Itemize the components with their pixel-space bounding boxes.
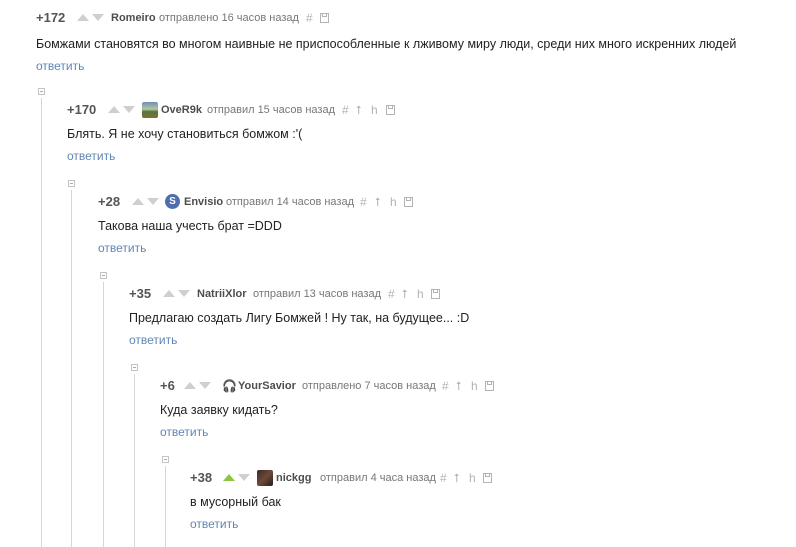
upvote-icon[interactable] xyxy=(163,290,175,297)
hash-icon[interactable]: # xyxy=(342,102,349,118)
downvote-icon[interactable] xyxy=(238,474,250,481)
comment-tree-icon[interactable]: h xyxy=(390,194,397,210)
comment-time: отправил 4 часа назад xyxy=(320,472,436,484)
comment-author[interactable]: Romeiro xyxy=(111,10,156,26)
downvote-icon[interactable] xyxy=(199,382,211,389)
comment-rating: +35 xyxy=(129,286,152,301)
thread-line xyxy=(103,282,104,547)
hash-icon[interactable]: # xyxy=(360,194,367,210)
comment-tree-icon[interactable]: h xyxy=(417,286,424,302)
parent-comment-icon[interactable]: ⭡ xyxy=(402,286,408,302)
save-icon[interactable] xyxy=(431,289,440,299)
comment-time: отправил 15 часов назад xyxy=(207,104,335,116)
comment-text: Такова наша учесть брат =DDD xyxy=(98,219,282,233)
avatar[interactable]: S xyxy=(165,194,180,209)
headphones-avatar-icon[interactable]: 🎧 xyxy=(222,378,237,394)
comment-tree-icon[interactable]: h xyxy=(469,470,476,486)
comment-tree-icon[interactable]: h xyxy=(371,102,378,118)
comment-author[interactable]: YourSavior xyxy=(238,378,296,394)
upvote-icon[interactable] xyxy=(223,474,235,481)
thread-line xyxy=(41,98,42,547)
reply-link[interactable]: ответить xyxy=(160,425,208,439)
comment-text: Куда заявку кидать? xyxy=(160,403,278,417)
collapse-icon[interactable] xyxy=(131,364,138,371)
comment-time: отправлено 16 часов назад xyxy=(159,12,299,24)
comment-rating: +172 xyxy=(36,10,66,25)
avatar[interactable] xyxy=(257,470,273,486)
hash-icon[interactable]: # xyxy=(440,470,447,486)
comment-author[interactable]: nickgg xyxy=(276,470,311,486)
parent-comment-icon[interactable]: ⭡ xyxy=(454,470,460,486)
reply-link[interactable]: ответить xyxy=(129,333,177,347)
hash-icon[interactable]: # xyxy=(388,286,395,302)
reply-link[interactable]: ответить xyxy=(36,59,84,73)
parent-comment-icon[interactable]: ⭡ xyxy=(356,102,362,118)
thread-line xyxy=(71,190,72,547)
parent-comment-icon[interactable]: ⭡ xyxy=(456,378,462,394)
comment-text: Блять. Я не хочу становиться бомжом :'( xyxy=(67,127,303,141)
save-icon[interactable] xyxy=(404,197,413,207)
comment-time: отправил 13 часов назад xyxy=(253,288,381,300)
reply-link[interactable]: ответить xyxy=(67,149,115,163)
collapse-icon[interactable] xyxy=(68,180,75,187)
comment-time: отправлено 7 часов назад xyxy=(302,380,436,392)
comment-rating: +6 xyxy=(160,378,175,393)
upvote-icon[interactable] xyxy=(184,382,196,389)
save-icon[interactable] xyxy=(485,381,494,391)
comment-text: Предлагаю создать Лигу Бомжей ! Ну так, … xyxy=(129,311,470,325)
upvote-icon[interactable] xyxy=(77,14,89,21)
comment-author[interactable]: NatriiXlor xyxy=(197,286,247,302)
avatar[interactable] xyxy=(142,102,158,118)
collapse-icon[interactable] xyxy=(162,456,169,463)
save-icon[interactable] xyxy=(386,105,395,115)
downvote-icon[interactable] xyxy=(92,14,104,21)
comment-text: в мусорный бак xyxy=(190,495,281,509)
comment-rating: +170 xyxy=(67,102,97,117)
comment-author[interactable]: Envisio xyxy=(184,194,223,210)
downvote-icon[interactable] xyxy=(123,106,135,113)
comment-author[interactable]: OveR9k xyxy=(161,102,202,118)
hash-icon[interactable]: # xyxy=(306,10,313,26)
save-icon[interactable] xyxy=(483,473,492,483)
thread-line xyxy=(165,466,166,547)
reply-link[interactable]: ответить xyxy=(98,241,146,255)
downvote-icon[interactable] xyxy=(147,198,159,205)
comment-rating: +28 xyxy=(98,194,121,209)
hash-icon[interactable]: # xyxy=(442,378,449,394)
comment-rating: +38 xyxy=(190,470,213,485)
downvote-icon[interactable] xyxy=(178,290,190,297)
comment-text: Бомжами становятся во многом наивные не … xyxy=(36,37,737,51)
upvote-icon[interactable] xyxy=(132,198,144,205)
reply-link[interactable]: ответить xyxy=(190,517,238,531)
upvote-icon[interactable] xyxy=(108,106,120,113)
comment-time: отправил 14 часов назад xyxy=(226,196,354,208)
comment-tree-icon[interactable]: h xyxy=(471,378,478,394)
collapse-icon[interactable] xyxy=(100,272,107,279)
collapse-icon[interactable] xyxy=(38,88,45,95)
save-icon[interactable] xyxy=(320,13,329,23)
thread-line xyxy=(134,374,135,547)
parent-comment-icon[interactable]: ⭡ xyxy=(375,194,381,210)
